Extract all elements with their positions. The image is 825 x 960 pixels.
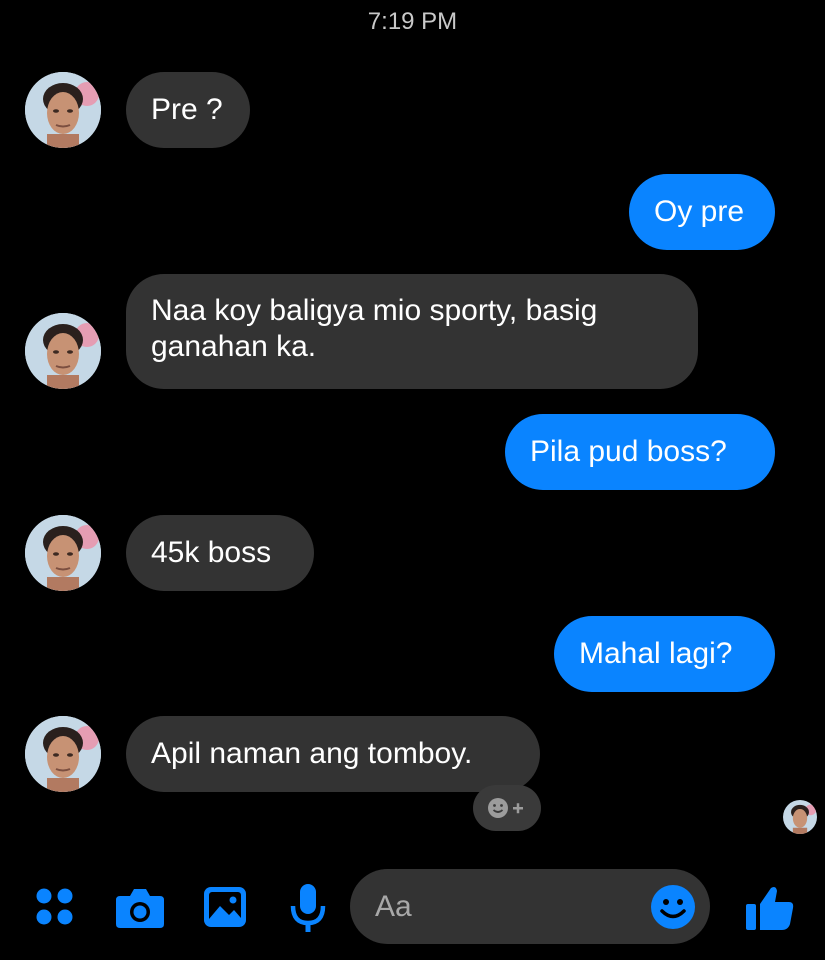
message-text: Oy pre (654, 195, 745, 228)
outgoing-message-bubble[interactable]: Pila pud boss? (505, 414, 775, 490)
emoji-icon[interactable] (650, 884, 696, 935)
message-line: Naa koy baligya mio sporty, basig (151, 294, 598, 327)
incoming-message-bubble[interactable]: Naa koy baligya mio sporty, basig ganaha… (126, 274, 698, 389)
emoji-add-icon (488, 798, 523, 818)
message-input-placeholder: Aa (375, 890, 412, 923)
outgoing-message-bubble[interactable]: Mahal lagi? (554, 616, 775, 692)
message-timestamp: 7:19 PM (367, 8, 458, 35)
incoming-message-bubble[interactable]: Pre ? (126, 72, 250, 148)
message-line: ganahan ka. (151, 330, 317, 363)
message-text: 45k boss (151, 536, 272, 569)
message-text: Pre ? (151, 93, 223, 126)
incoming-message-bubble[interactable]: 45k boss (126, 515, 314, 591)
message-text: Pila pud boss? (530, 435, 727, 468)
camera-icon[interactable] (114, 884, 166, 935)
message-input[interactable]: Aa (350, 869, 710, 944)
message-row: 45k boss (0, 515, 825, 591)
like-icon[interactable] (744, 884, 796, 937)
avatar[interactable] (25, 313, 101, 389)
avatar[interactable] (25, 515, 101, 591)
gallery-icon[interactable] (202, 885, 248, 934)
avatar[interactable] (25, 716, 101, 792)
message-row: Mahal lagi? (0, 616, 825, 692)
apps-icon[interactable] (34, 886, 76, 933)
composer-bar: Aa (0, 860, 825, 960)
avatar[interactable] (25, 72, 101, 148)
message-row: Apil naman ang tomboy. (0, 716, 825, 792)
microphone-icon[interactable] (289, 882, 327, 939)
outgoing-message-bubble[interactable]: Oy pre (629, 174, 775, 250)
message-row: Oy pre (0, 174, 825, 250)
seen-avatar (783, 800, 817, 834)
message-text: Mahal lagi? (579, 637, 733, 670)
message-row: Pre ? (0, 72, 825, 148)
message-text: Apil naman ang tomboy. (151, 737, 473, 770)
incoming-message-bubble[interactable]: Apil naman ang tomboy. (126, 716, 540, 792)
message-row: Naa koy baligya mio sporty, basig ganaha… (0, 274, 825, 389)
message-row: Pila pud boss? (0, 414, 825, 490)
add-reaction-button[interactable] (473, 785, 541, 831)
